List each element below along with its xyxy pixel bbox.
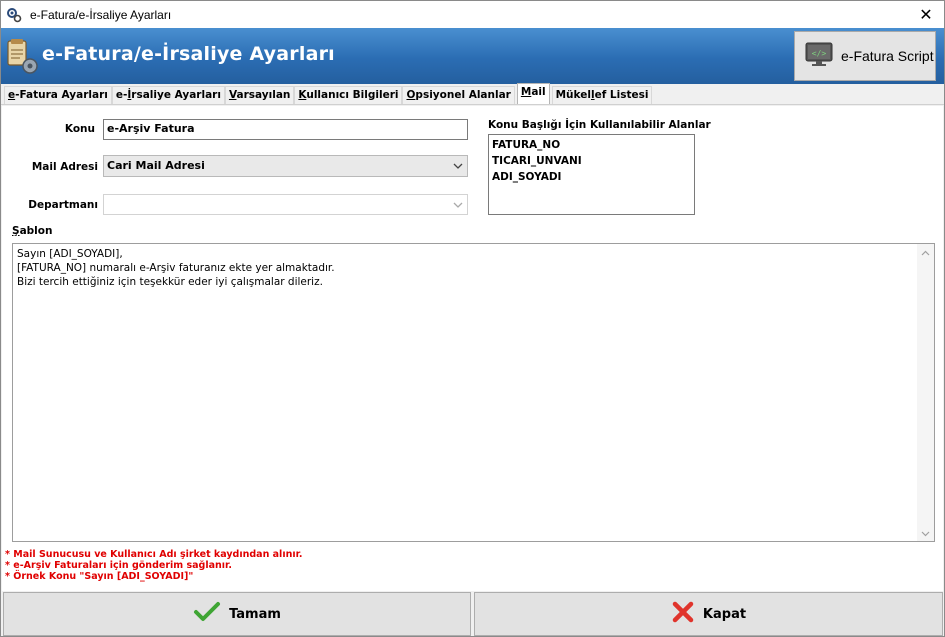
tab-opsiyonel-alanlar[interactable]: Opsiyonel Alanlar — [402, 86, 515, 104]
gears-icon — [6, 7, 22, 23]
tamam-button[interactable]: Tamam — [3, 592, 471, 636]
tab-strip: e-Fatura Ayarları e-İrsaliye Ayarları Va… — [1, 83, 944, 105]
tab-e-irsaliye-ayarlari-label: rsaliye Ayarları — [131, 89, 221, 101]
sablon-line: Bizi tercih ettiğiniz için teşekkür eder… — [17, 276, 323, 288]
mail-adresi-select[interactable]: Cari Mail Adresi — [103, 155, 468, 177]
checkmark-icon — [193, 601, 221, 627]
sablon-line: [FATURA_NO] numaralı e-Arşiv faturanız e… — [17, 262, 335, 274]
tab-mukellef-listesi-label: ef Listesi — [594, 89, 649, 101]
sablon-mnemonic: Ş — [12, 225, 20, 237]
konu-input[interactable]: e-Arşiv Fatura — [103, 119, 468, 140]
settings-window: e-Fatura/e-İrsaliye Ayarları ✕ e-Fatura/… — [0, 0, 945, 637]
tab-e-irsaliye-ayarlari-prefix: e- — [115, 89, 128, 101]
sablon-label-text: ablon — [19, 225, 53, 237]
document-settings-icon — [5, 38, 41, 76]
chevron-down-icon — [453, 199, 463, 208]
title-bar: e-Fatura/e-İrsaliye Ayarları ✕ — [1, 1, 944, 28]
window-title: e-Fatura/e-İrsaliye Ayarları — [30, 7, 172, 22]
close-window-button[interactable]: ✕ — [908, 1, 944, 28]
konu-label: Konu — [64, 123, 95, 135]
chevron-down-icon — [453, 160, 463, 169]
scroll-up-arrow-icon[interactable] — [921, 248, 930, 257]
list-item[interactable]: FATURA_NO — [492, 137, 691, 153]
scroll-down-arrow-icon[interactable] — [921, 528, 930, 537]
svg-text:</>: </> — [812, 49, 827, 58]
vertical-scrollbar[interactable] — [917, 244, 934, 541]
fields-list-label: Konu Başlığı İçin Kullanılabilir Alanlar — [488, 119, 711, 131]
e-fatura-script-button[interactable]: </> e-Fatura Script — [794, 31, 936, 81]
tab-mukellef-listesi-prefix: Mükel — [555, 89, 591, 101]
tab-opsiyonel-alanlar-label: psiyonel Alanlar — [415, 89, 511, 101]
info-notes: * Mail Sunucusu ve Kullanıcı Adı şirket … — [5, 549, 303, 582]
tab-mail[interactable]: Mail — [516, 83, 550, 104]
tab-e-fatura-ayarlari[interactable]: e-Fatura Ayarları — [4, 86, 112, 104]
banner-heading: e-Fatura/e-İrsaliye Ayarları — [42, 43, 335, 65]
list-item[interactable]: TICARI_UNVANI — [492, 153, 691, 169]
tab-varsayilan[interactable]: Varsayılan — [224, 86, 295, 104]
departman-label: Departmanı — [28, 199, 98, 211]
mail-adresi-label: Mail Adresi — [31, 161, 98, 173]
tab-e-irsaliye-ayarlari[interactable]: e-İrsaliye Ayarları — [111, 86, 225, 104]
tab-kullanici-bilgileri[interactable]: Kullanıcı Bilgileri — [294, 86, 403, 104]
code-monitor-icon: </> — [805, 42, 833, 71]
header-banner: e-Fatura/e-İrsaliye Ayarları </> e-Fatur… — [1, 28, 944, 84]
kapat-button[interactable]: Kapat — [474, 592, 943, 636]
tab-mail-label: ail — [531, 86, 546, 98]
sablon-textarea[interactable]: Sayın [ADI_SOYADI], [FATURA_NO] numaralı… — [12, 243, 935, 542]
tab-e-fatura-ayarlari-label: -Fatura Ayarları — [15, 89, 108, 101]
e-fatura-script-label: e-Fatura Script — [841, 48, 934, 64]
list-item[interactable]: ADI_SOYADI — [492, 169, 691, 185]
tamam-label: Tamam — [229, 606, 281, 622]
available-fields-list[interactable]: FATURA_NO TICARI_UNVANI ADI_SOYADI — [488, 134, 695, 215]
sablon-line: Sayın [ADI_SOYADI], — [17, 248, 123, 260]
mail-tab-panel: Konu e-Arşiv Fatura Mail Adresi Cari Mai… — [2, 106, 943, 591]
note-line: * e-Arşiv Faturaları için gönderim sağla… — [5, 560, 232, 571]
departman-select[interactable] — [103, 194, 468, 215]
tab-mukellef-listesi[interactable]: Mükellef Listesi — [551, 86, 653, 104]
note-line: * Örnek Konu "Sayın [ADI_SOYADI]" — [5, 571, 194, 582]
tab-varsayilan-label: arsayılan — [236, 89, 291, 101]
mail-adresi-value: Cari Mail Adresi — [107, 159, 205, 172]
note-line: * Mail Sunucusu ve Kullanıcı Adı şirket … — [5, 549, 303, 560]
tab-kullanici-bilgileri-label: ullanıcı Bilgileri — [306, 89, 399, 101]
kapat-label: Kapat — [702, 606, 747, 622]
sablon-label: Şablon — [12, 225, 52, 237]
tab-mail-mnemonic: M — [520, 86, 532, 98]
tab-varsayilan-mnemonic: V — [228, 89, 237, 101]
cross-icon — [671, 600, 695, 628]
